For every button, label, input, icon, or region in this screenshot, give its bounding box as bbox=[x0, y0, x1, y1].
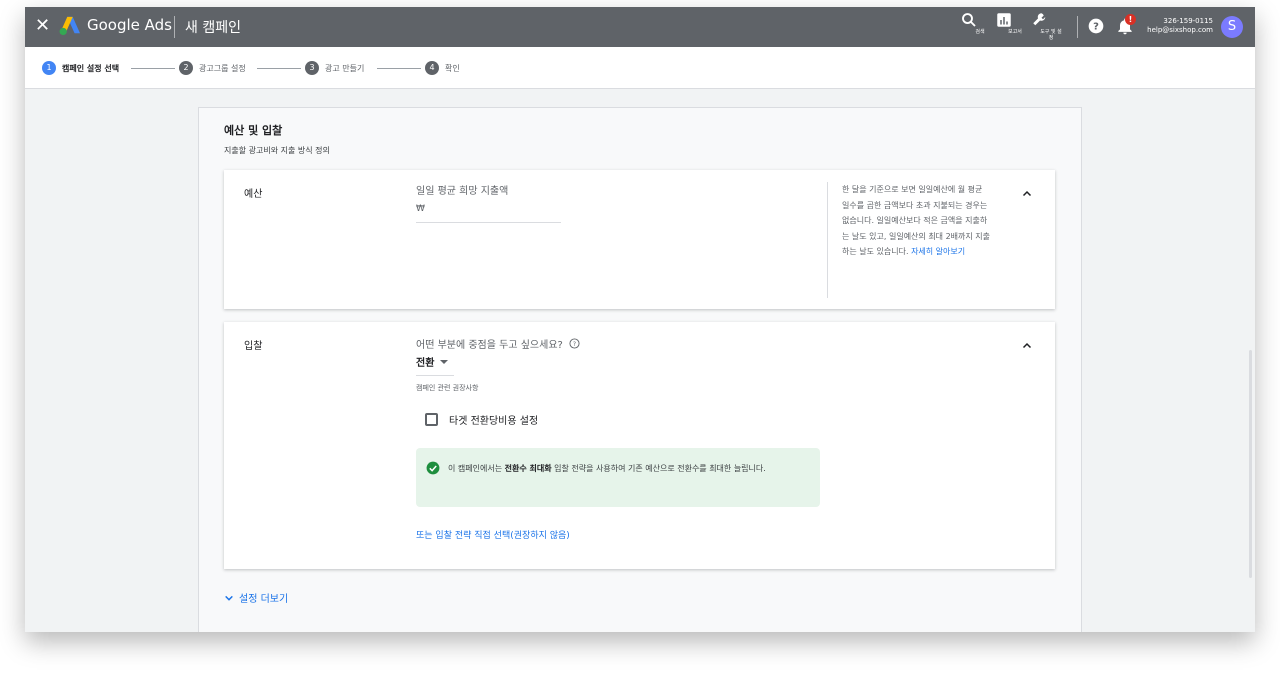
google-ads-logo bbox=[59, 16, 80, 36]
focus-question-text: 어떤 부분에 중점을 두고 싶으세요? bbox=[416, 340, 563, 351]
budget-bidding-section: 예산 및 입찰 지출할 광고비와 지출 방식 정의 예산 일일 평균 희망 지출… bbox=[198, 107, 1082, 632]
page-title: 새 캠페인 bbox=[185, 20, 241, 36]
chevron-up-icon[interactable] bbox=[1021, 340, 1033, 352]
focus-selected: 전환 bbox=[416, 358, 435, 369]
step-4[interactable]: 4 확인 bbox=[425, 61, 460, 75]
info-strategy-name: 전환수 최대화 bbox=[504, 464, 552, 473]
notification-badge: ! bbox=[1125, 14, 1136, 25]
focus-question: 어떤 부분에 중점을 두고 싶으세요? ? bbox=[416, 336, 580, 351]
search-icon bbox=[962, 13, 976, 27]
reports-button[interactable]: 보고서 bbox=[995, 11, 1035, 35]
section-title: 예산 및 입찰 bbox=[224, 124, 283, 137]
step-label: 광고그룹 설정 bbox=[199, 63, 246, 73]
step-label: 캠페인 설정 선택 bbox=[62, 63, 120, 73]
info-prefix: 이 캠페인에서는 bbox=[448, 464, 505, 473]
step-connector bbox=[131, 68, 175, 69]
budget-card: 예산 일일 평균 희망 지출액 ₩ 한 달을 기준으로 보면 일일예산에 월 평… bbox=[224, 170, 1055, 309]
section-subtitle: 지출할 광고비와 지출 방식 정의 bbox=[224, 146, 330, 155]
brand-name: Google Ads bbox=[87, 16, 172, 34]
svg-text:?: ? bbox=[573, 341, 576, 348]
chevron-up-icon[interactable] bbox=[1021, 188, 1033, 200]
more-settings-label: 설정 더보기 bbox=[239, 594, 289, 605]
bidding-label: 입찰 bbox=[244, 341, 263, 352]
budget-label: 예산 bbox=[244, 189, 263, 200]
step-label: 확인 bbox=[445, 63, 460, 73]
recommendation-label: 캠페인 관련 권장사항 bbox=[416, 384, 479, 392]
more-settings-toggle[interactable]: 설정 더보기 bbox=[224, 590, 288, 605]
step-number: 3 bbox=[305, 61, 319, 75]
account-info[interactable]: 326-159-0115 help@sixshop.com bbox=[1147, 17, 1213, 35]
bidding-card: 입찰 어떤 부분에 중점을 두고 싶으세요? ? 전환 캠페인 관련 권장사항 … bbox=[224, 322, 1055, 569]
scrollbar[interactable] bbox=[1249, 350, 1252, 578]
stepper: 1 캠페인 설정 선택 2 광고그룹 설정 3 광고 만들기 4 확인 bbox=[25, 47, 1255, 89]
step-number: 4 bbox=[425, 61, 439, 75]
learn-more-link[interactable]: 자세히 알아보기 bbox=[911, 247, 965, 256]
close-icon[interactable]: ✕ bbox=[35, 15, 50, 36]
divider bbox=[174, 16, 175, 38]
info-suffix: 입찰 전략을 사용하여 기존 예산으로 전환수를 최대한 늘립니다. bbox=[551, 464, 766, 473]
dropdown-caret-icon bbox=[440, 360, 449, 364]
chevron-down-icon bbox=[225, 595, 233, 601]
strategy-info-text: 이 캠페인에서는 전환수 최대화 입찰 전략을 사용하여 기존 예산으로 전환수… bbox=[448, 461, 808, 477]
currency-symbol: ₩ bbox=[416, 204, 425, 214]
help-circle-icon[interactable]: ? bbox=[569, 338, 580, 349]
step-label: 광고 만들기 bbox=[325, 63, 365, 73]
wrench-icon bbox=[1033, 13, 1046, 26]
budget-help-body: 한 달을 기준으로 보면 일일예산에 월 평균 일수를 곱한 금액보다 초과 지… bbox=[842, 185, 991, 256]
check-circle-icon bbox=[426, 461, 440, 475]
manual-strategy-link[interactable]: 또는 입찰 전략 직접 선택(권장하지 않음) bbox=[416, 528, 570, 541]
step-connector bbox=[257, 68, 301, 69]
step-1[interactable]: 1 캠페인 설정 선택 bbox=[42, 61, 119, 75]
reports-label: 보고서 bbox=[1008, 29, 1022, 35]
tools-label-2: 정 bbox=[1048, 35, 1054, 41]
account-id: 326-159-0115 bbox=[1163, 17, 1213, 25]
step-number: 1 bbox=[42, 61, 56, 75]
svg-text:?: ? bbox=[1093, 21, 1099, 32]
checkbox-box[interactable] bbox=[425, 413, 438, 426]
target-cpa-checkbox[interactable]: 타겟 전환당비용 설정 bbox=[425, 412, 538, 427]
tools-settings-button[interactable]: 도구 및 설 정 bbox=[1031, 11, 1071, 41]
budget-help-text: 한 달을 기준으로 보면 일일예산에 월 평균 일수를 곱한 금액보다 초과 지… bbox=[827, 182, 992, 298]
focus-dropdown[interactable]: 전환 bbox=[416, 354, 454, 376]
step-2[interactable]: 2 광고그룹 설정 bbox=[179, 61, 246, 75]
target-cpa-label: 타겟 전환당비용 설정 bbox=[449, 416, 539, 427]
reports-icon bbox=[997, 13, 1011, 27]
daily-budget-label: 일일 평균 희망 지출액 bbox=[416, 186, 509, 197]
app-window: ✕ Google Ads 새 캠페인 검색 보고서 도구 및 설 정 ? ! 3… bbox=[25, 7, 1255, 632]
strategy-info-box: 이 캠페인에서는 전환수 최대화 입찰 전략을 사용하여 기존 예산으로 전환수… bbox=[416, 448, 820, 507]
top-bar: ✕ Google Ads 새 캠페인 검색 보고서 도구 및 설 정 ? ! 3… bbox=[25, 7, 1255, 47]
step-connector bbox=[377, 68, 421, 69]
search-button[interactable]: 검색 bbox=[960, 11, 1000, 35]
search-label: 검색 bbox=[975, 29, 985, 35]
step-3[interactable]: 3 광고 만들기 bbox=[305, 61, 364, 75]
step-number: 2 bbox=[179, 61, 193, 75]
avatar[interactable]: S bbox=[1221, 16, 1243, 38]
divider bbox=[1077, 16, 1078, 38]
account-email: help@sixshop.com bbox=[1147, 26, 1213, 34]
daily-budget-input[interactable]: ₩ bbox=[416, 201, 561, 223]
help-icon[interactable]: ? bbox=[1088, 18, 1104, 34]
